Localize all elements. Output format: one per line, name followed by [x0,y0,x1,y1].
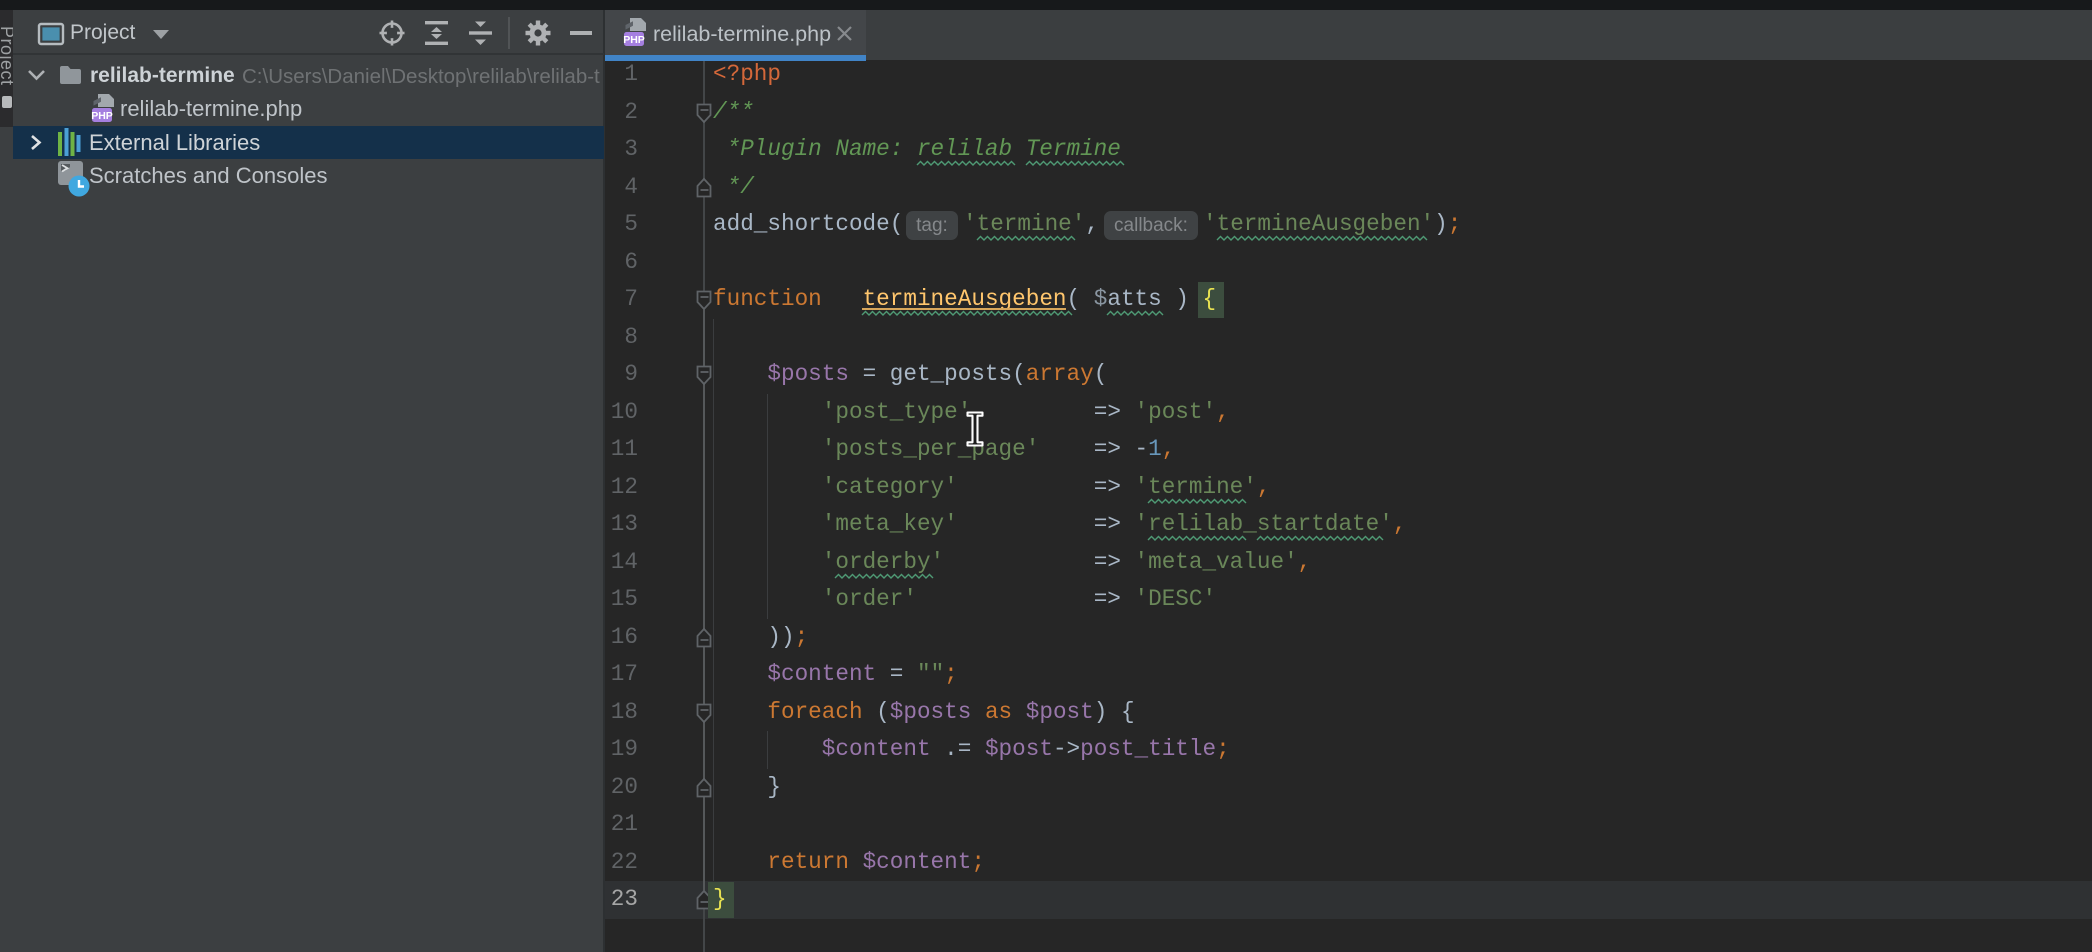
svg-text:PHP: PHP [623,34,645,46]
svg-text:PHP: PHP [91,110,113,122]
